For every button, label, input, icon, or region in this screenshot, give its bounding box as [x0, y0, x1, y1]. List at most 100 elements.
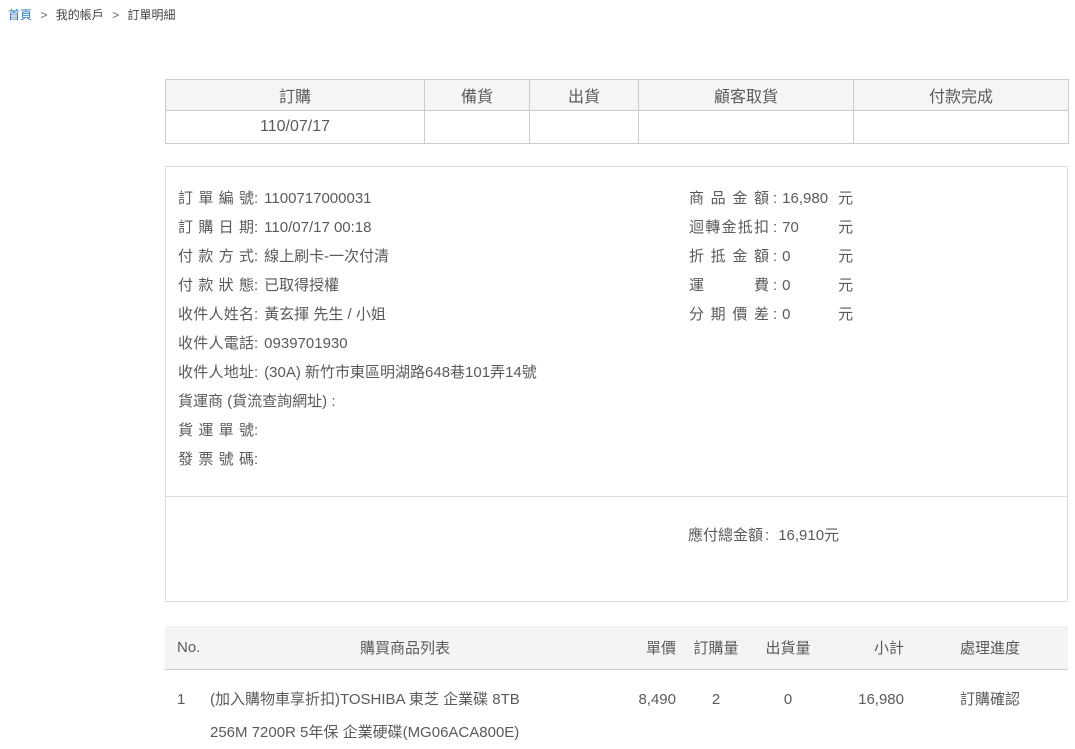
discount-amount-label: 折抵金額 [689, 242, 769, 271]
discount-amount-value: 0 [782, 242, 838, 271]
currency-unit: 元 [838, 277, 853, 294]
order-detail-content: 訂購 備貨 出貨 顧客取貨 付款完成 110/07/17 訂單編號:110071… [165, 79, 1068, 749]
order-info-right-column: 商品金額:16,980元 迴轉金抵扣:70元 折抵金額:0元 運費:0元 分期價… [689, 184, 853, 329]
breadcrumb-my-account-link[interactable]: 我的帳戶 [56, 8, 104, 22]
colon: : [773, 219, 777, 236]
product-row: 1 (加入購物車享折扣)TOSHIBA 東芝 企業碟 8TB 256M 7200… [165, 669, 1068, 749]
product-ship-qty: 0 [752, 669, 824, 749]
breadcrumb-current-page: 訂單明細 [127, 8, 175, 22]
total-due-value: 16,910元 [778, 527, 839, 544]
breadcrumb-separator: > [112, 8, 119, 22]
info-row-shipping-fee: 運費:0元 [689, 271, 853, 300]
product-amount-value: 16,980 [782, 184, 838, 213]
invoice-number-label: 發票號碼 [178, 445, 254, 474]
colon: : [254, 248, 258, 265]
info-row-shipping-number: 貨運單號: [178, 416, 1055, 445]
info-row-order-date: 訂購日期:110/07/17 00:18 [178, 213, 1055, 242]
info-row-discount-amount: 折抵金額:0元 [689, 242, 853, 271]
info-row-installment-difference: 分期價差:0元 [689, 300, 853, 329]
colon: : [254, 306, 258, 323]
info-row-recipient-name: 收件人姓名: 黃玄揮 先生 / 小姐 [178, 300, 1055, 329]
status-col-payment-complete: 付款完成 [854, 80, 1069, 111]
rebate-deduction-value: 70 [782, 213, 838, 242]
order-date-label: 訂購日期 [178, 213, 254, 242]
product-amount-label: 商品金額 [689, 184, 769, 213]
colon: : [254, 422, 258, 439]
purchased-products-table: No. 購買商品列表 單價 訂購量 出貨量 小計 處理進度 1 (加入購物車享折… [165, 626, 1068, 749]
payment-status-value: 已取得授權 [264, 277, 339, 294]
info-row-carrier: 貨運商 (貨流查詢網址) : [178, 387, 1055, 416]
colon: : [254, 335, 258, 352]
breadcrumb: 首頁 > 我的帳戶 > 訂單明細 [8, 8, 1075, 23]
colon: : [254, 364, 258, 381]
status-header-row: 訂購 備貨 出貨 顧客取貨 付款完成 [166, 80, 1069, 111]
recipient-address-value: (30A) 新竹市東區明湖路648巷101弄14號 [264, 364, 537, 381]
status-preparing-date [425, 111, 530, 144]
recipient-name-value: 黃玄揮 先生 / 小姐 [264, 306, 386, 323]
colon: : [254, 219, 258, 236]
order-status-table: 訂購 備貨 出貨 顧客取貨 付款完成 110/07/17 [165, 79, 1069, 144]
status-ordered-date: 110/07/17 [166, 111, 425, 144]
colon: : [773, 248, 777, 265]
info-row-order-number: 訂單編號:1100717000031 [178, 184, 1055, 213]
colon: : [254, 451, 258, 468]
status-col-customer-pickup: 顧客取貨 [639, 80, 854, 111]
carrier-label: 貨運商 (貨流查詢網址) [178, 387, 327, 416]
shipping-fee-value: 0 [782, 271, 838, 300]
status-col-ordered: 訂購 [166, 80, 425, 111]
recipient-phone-label: 收件人電話 [178, 329, 254, 358]
info-row-invoice-number: 發票號碼: [178, 445, 1055, 474]
breadcrumb-home-link[interactable]: 首頁 [8, 8, 32, 22]
status-col-preparing: 備貨 [425, 80, 530, 111]
installment-difference-label: 分期價差 [689, 300, 769, 329]
product-processing-status: 訂購確認 [912, 669, 1068, 749]
shipping-fee-label: 運費 [689, 271, 769, 300]
product-unit-price: 8,490 [600, 669, 680, 749]
recipient-name-label: 收件人姓名 [178, 300, 254, 329]
currency-unit: 元 [838, 190, 853, 207]
colon: : [773, 277, 777, 294]
status-col-shipped: 出貨 [530, 80, 639, 111]
col-unit-price: 單價 [600, 626, 680, 669]
col-no: No. [165, 626, 210, 669]
payment-method-value: 線上刷卡-一次付清 [264, 248, 389, 265]
product-header-row: No. 購買商品列表 單價 訂購量 出貨量 小計 處理進度 [165, 626, 1068, 669]
order-info-main: 訂單編號:1100717000031 訂購日期:110/07/17 00:18 … [166, 167, 1067, 496]
rebate-deduction-label: 迴轉金抵扣 [689, 213, 769, 242]
currency-unit: 元 [838, 248, 853, 265]
order-date-value: 110/07/17 00:18 [264, 219, 371, 236]
recipient-phone-value: 0939701930 [264, 335, 347, 352]
order-number-value: 1100717000031 [264, 190, 371, 207]
product-subtotal: 16,980 [824, 669, 912, 749]
recipient-address-label: 收件人地址 [178, 358, 254, 387]
breadcrumb-separator: > [40, 8, 47, 22]
order-info-left-column: 訂單編號:1100717000031 訂購日期:110/07/17 00:18 … [178, 184, 1055, 474]
col-order-qty: 訂購量 [680, 626, 752, 669]
colon: : [331, 393, 335, 410]
order-info-box: 訂單編號:1100717000031 訂購日期:110/07/17 00:18 … [165, 166, 1068, 602]
colon: : [773, 306, 777, 323]
order-number-label: 訂單編號 [178, 184, 254, 213]
currency-unit: 元 [838, 219, 853, 236]
currency-unit: 元 [838, 306, 853, 323]
colon: : [254, 190, 258, 207]
shipping-number-label: 貨運單號 [178, 416, 254, 445]
status-payment-complete-date [854, 111, 1069, 144]
payment-method-label: 付款方式 [178, 242, 254, 271]
status-shipped-date [530, 111, 639, 144]
info-row-payment-status: 付款狀態: 已取得授權 [178, 271, 1055, 300]
product-row-no: 1 [165, 669, 210, 749]
colon: : [254, 277, 258, 294]
info-row-payment-method: 付款方式: 線上刷卡-一次付清 [178, 242, 1055, 271]
col-subtotal: 小計 [824, 626, 912, 669]
col-processing-status: 處理進度 [912, 626, 1068, 669]
payment-status-label: 付款狀態 [178, 271, 254, 300]
col-ship-qty: 出貨量 [752, 626, 824, 669]
product-order-qty: 2 [680, 669, 752, 749]
product-name-link[interactable]: (加入購物車享折扣)TOSHIBA 東芝 企業碟 8TB 256M 7200R … [210, 683, 540, 749]
colon: : [773, 190, 777, 207]
total-due-label: 應付總金額 [688, 527, 763, 544]
info-row-rebate-deduction: 迴轉金抵扣:70元 [689, 213, 853, 242]
col-product-list: 購買商品列表 [210, 626, 600, 669]
info-row-recipient-address: 收件人地址: (30A) 新竹市東區明湖路648巷101弄14號 [178, 358, 1055, 387]
